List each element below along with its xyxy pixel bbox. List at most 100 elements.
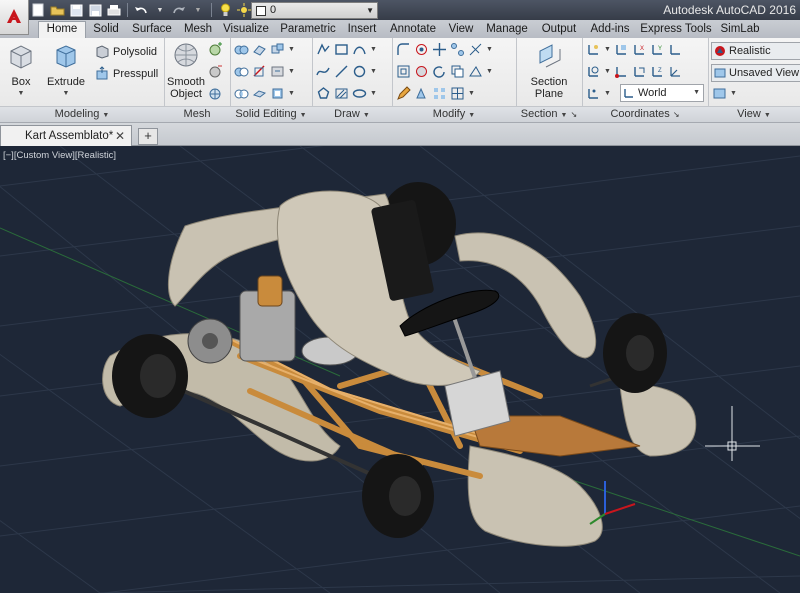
union-icon[interactable] [234,42,249,57]
tab-solid[interactable]: Solid [88,22,124,38]
viewport-controls-label[interactable]: [−][Custom View][Realistic] [3,150,116,161]
undo-icon[interactable] [133,2,149,18]
ucs-origin-icon[interactable] [614,64,629,79]
intersect-icon[interactable] [234,86,249,101]
box-button[interactable]: Box ▼ [4,41,38,100]
redo-icon[interactable] [171,2,187,18]
tab-visualize[interactable]: Visualize [220,22,272,38]
mesh-refine-button[interactable] [208,86,223,101]
model-space-canvas[interactable] [0,146,800,593]
modify-panel-title[interactable]: Modify ▼ [392,106,516,122]
imprint-icon[interactable] [270,64,285,79]
new-tab-button[interactable]: + [138,128,158,145]
shell-icon[interactable] [270,86,285,101]
slice-icon[interactable] [252,64,267,79]
chevron-down-icon[interactable]: ▼ [370,68,377,75]
chevron-down-icon[interactable]: ▼ [288,90,295,97]
array-icon[interactable] [432,86,447,101]
3d-scale-icon[interactable] [414,64,429,79]
visual-style-dropdown[interactable]: Realistic [711,42,800,60]
offset-icon[interactable] [396,64,411,79]
close-icon[interactable]: ✕ [115,126,125,146]
section-plane-button[interactable]: Section Plane [526,41,572,100]
viewport-config-button[interactable]: ▼ [712,86,737,101]
chevron-down-icon[interactable]: ▼ [604,90,611,97]
ucs-world-icon[interactable] [586,64,601,79]
chevron-down-icon[interactable]: ▼ [370,46,377,53]
tab-parametric[interactable]: Parametric [278,22,338,38]
print-icon[interactable] [106,2,122,18]
ucs-z-icon[interactable]: Z [650,64,665,79]
tab-add-ins[interactable]: Add-ins [588,22,632,38]
smooth-object-button[interactable]: Smooth Object [166,41,206,100]
application-menu-button[interactable] [0,0,29,35]
mirror-3d-icon[interactable] [414,86,429,101]
polyline-icon[interactable] [316,42,331,57]
tab-output[interactable]: Output [538,22,580,38]
ucs-icon-visibility[interactable] [668,42,683,57]
pencil-edit-icon[interactable] [396,86,411,101]
coordinates-panel-title[interactable]: Coordinates ↘ [582,106,708,122]
ucs-x-icon[interactable]: X [632,42,647,57]
polygon-icon[interactable] [316,86,331,101]
spline-icon[interactable] [316,64,331,79]
chevron-down-icon[interactable]: ▼ [468,90,475,97]
drawing-viewport[interactable]: [−][Custom View][Realistic] [0,146,800,593]
redo-dropdown-icon[interactable]: ▼ [190,2,206,18]
ucs-dropdown[interactable]: World ▼ [620,84,704,102]
fillet-icon[interactable] [396,42,411,57]
ucs-icon[interactable] [586,42,601,57]
ucs-3point-icon[interactable] [586,86,601,101]
arc-icon[interactable] [352,42,367,57]
tab-mesh[interactable]: Mesh [180,22,216,38]
separate-icon[interactable] [270,42,285,57]
mesh-smooth-less-button[interactable] [208,64,223,79]
chevron-down-icon[interactable]: ▼ [604,68,611,75]
tab-view[interactable]: View [446,22,476,38]
circle-icon[interactable] [352,64,367,79]
layer-bulb-icon[interactable] [217,2,233,18]
ellipse-icon[interactable] [352,86,367,101]
polysolid-button[interactable]: Polysolid [95,44,157,59]
save-as-icon[interactable] [87,2,103,18]
mesh-smooth-more-button[interactable] [208,42,223,57]
tab-insert[interactable]: Insert [344,22,380,38]
solid-editing-panel-title[interactable]: Solid Editing ▼ [230,106,312,122]
document-tab[interactable]: Kart Assemblato* ✕ [0,125,132,146]
chevron-down-icon[interactable]: ▼ [486,68,493,75]
ucs-named-icon[interactable] [614,42,629,57]
tab-express-tools[interactable]: Express Tools [640,22,712,38]
trim-icon[interactable] [468,42,483,57]
chevron-down-icon[interactable]: ▼ [370,90,377,97]
ucs-zaxis-icon[interactable] [668,64,683,79]
dialog-launcher-icon[interactable]: ↘ [673,110,680,119]
layer-dropdown[interactable]: 0 ▼ [251,2,378,19]
3d-rotate-icon[interactable] [414,42,429,57]
extract-edges-icon[interactable] [252,42,267,57]
tab-annotate[interactable]: Annotate [388,22,438,38]
tab-simlab[interactable]: SimLab [718,22,762,38]
stretch-icon[interactable] [468,64,483,79]
draw-panel-title[interactable]: Draw ▼ [312,106,392,122]
chevron-down-icon[interactable]: ▼ [288,68,295,75]
hatch-icon[interactable] [334,86,349,101]
section-panel-title[interactable]: Section ▼ ↘ [516,106,582,122]
mesh-panel-title[interactable]: Mesh [164,106,230,122]
undo-dropdown-icon[interactable]: ▼ [152,2,168,18]
subtract-icon[interactable] [234,64,249,79]
line-icon[interactable] [334,64,349,79]
save-icon[interactable] [68,2,84,18]
extrude-button[interactable]: Extrude ▼ [44,41,88,100]
3d-move-icon[interactable] [432,42,447,57]
presspull-button[interactable]: Presspull [95,66,158,81]
dialog-launcher-icon[interactable]: ↘ [571,110,578,119]
new-file-icon[interactable] [30,2,46,18]
open-folder-icon[interactable] [49,2,65,18]
chevron-down-icon[interactable]: ▼ [604,46,611,53]
tab-surface[interactable]: Surface [128,22,176,38]
ucs-view-icon[interactable] [632,64,647,79]
modeling-panel-title[interactable]: Modeling ▼ [0,106,164,122]
3d-align-icon[interactable] [450,42,465,57]
rectangle-icon[interactable] [334,42,349,57]
layer-sun-icon[interactable] [236,2,252,18]
